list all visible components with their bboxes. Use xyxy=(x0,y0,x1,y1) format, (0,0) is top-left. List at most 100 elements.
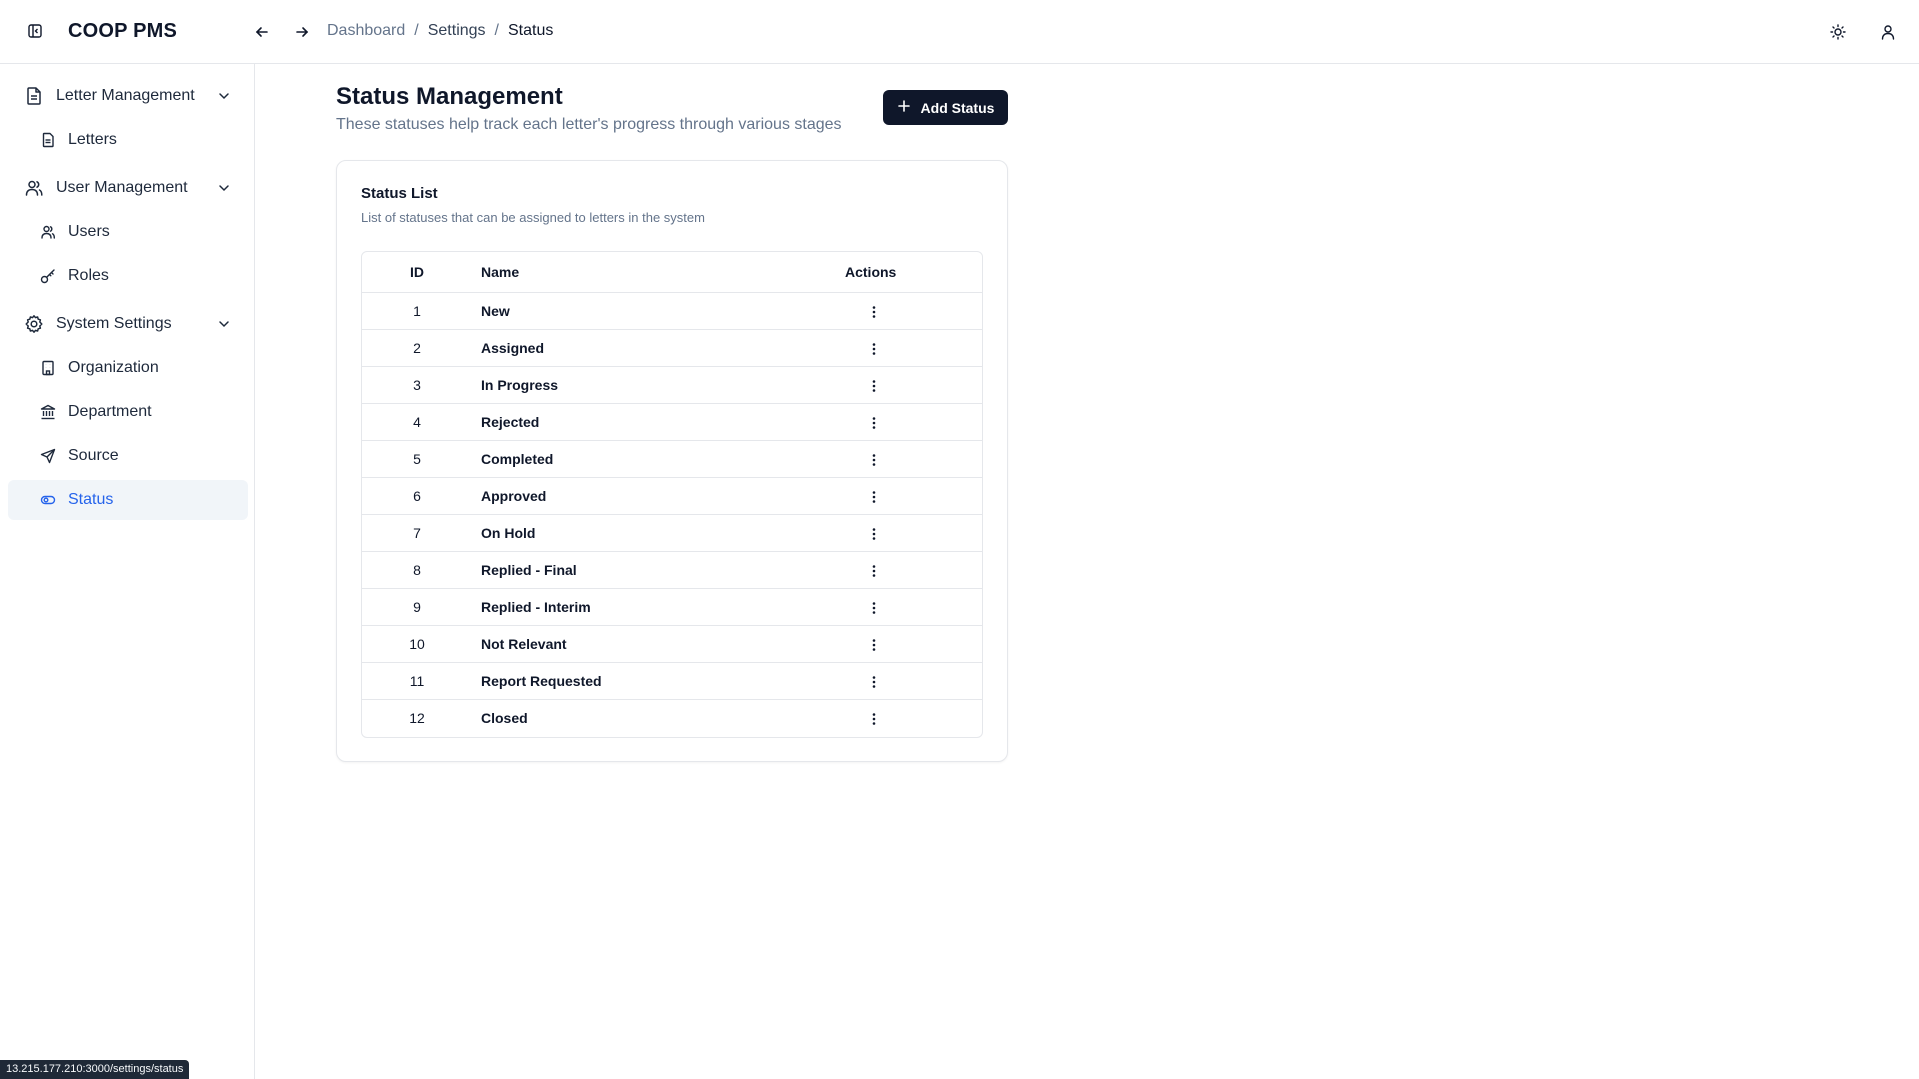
breadcrumb-current: Status xyxy=(508,22,554,39)
sidebar-item-organization[interactable]: Organization xyxy=(8,348,248,388)
gear-icon xyxy=(24,314,44,334)
table-row[interactable]: 9 Replied - Interim xyxy=(362,589,982,626)
sidebar-group-label: User Management xyxy=(56,179,188,196)
column-header-name: Name xyxy=(481,264,520,280)
building-icon xyxy=(40,360,56,376)
cell-name: In Progress xyxy=(481,377,559,393)
more-vertical-icon[interactable] xyxy=(862,485,886,509)
send-icon xyxy=(40,448,56,464)
chevron-down-icon xyxy=(216,316,232,332)
cell-name: Approved xyxy=(481,488,547,504)
sidebar-item-label: Letters xyxy=(68,131,117,148)
table-row[interactable]: 11 Report Requested xyxy=(362,663,982,700)
landmark-icon xyxy=(40,404,56,420)
breadcrumb: Dashboard / Settings / Status xyxy=(327,22,553,40)
more-vertical-icon[interactable] xyxy=(862,411,886,435)
sidebar-item-label: Department xyxy=(68,403,152,420)
sidebar-item-label: Users xyxy=(68,223,110,240)
more-vertical-icon[interactable] xyxy=(862,374,886,398)
cell-id: 5 xyxy=(413,451,421,467)
cell-id: 8 xyxy=(413,562,421,578)
more-vertical-icon[interactable] xyxy=(862,707,886,731)
cell-id: 6 xyxy=(413,488,421,504)
page-subtitle: These statuses help track each letter's … xyxy=(336,116,842,133)
table-row[interactable]: 6 Approved xyxy=(362,478,982,515)
cell-name: Completed xyxy=(481,451,554,467)
sun-icon[interactable] xyxy=(1826,20,1850,44)
chevron-down-icon xyxy=(216,180,232,196)
table-row[interactable]: 3 In Progress xyxy=(362,367,982,404)
sidebar-item-label: Source xyxy=(68,447,119,464)
app-brand[interactable]: COOP PMS xyxy=(68,20,177,43)
table-row[interactable]: 8 Replied - Final xyxy=(362,552,982,589)
more-vertical-icon[interactable] xyxy=(862,522,886,546)
user-icon[interactable] xyxy=(1876,20,1900,44)
more-vertical-icon[interactable] xyxy=(862,596,886,620)
sidebar-item-department[interactable]: Department xyxy=(8,392,248,432)
sidebar-group-user-management[interactable]: User Management xyxy=(8,168,248,208)
more-vertical-icon[interactable] xyxy=(862,633,886,657)
cell-name: Not Relevant xyxy=(481,636,567,652)
sidebar-item-source[interactable]: Source xyxy=(8,436,248,476)
more-vertical-icon[interactable] xyxy=(862,300,886,324)
more-vertical-icon[interactable] xyxy=(862,448,886,472)
cell-name: On Hold xyxy=(481,525,536,541)
sidebar-toggle-icon[interactable] xyxy=(24,20,46,42)
table-row[interactable]: 10 Not Relevant xyxy=(362,626,982,663)
sidebar-group-system-settings[interactable]: System Settings xyxy=(8,304,248,344)
sidebar-group-label: Letter Management xyxy=(56,87,195,104)
breadcrumb-dashboard[interactable]: Dashboard xyxy=(327,22,405,40)
table-row[interactable]: 5 Completed xyxy=(362,441,982,478)
table-row[interactable]: 1 New xyxy=(362,293,982,330)
cell-id: 2 xyxy=(413,340,421,356)
sidebar-group-label: System Settings xyxy=(56,315,172,332)
cell-id: 3 xyxy=(413,377,421,393)
breadcrumb-separator: / xyxy=(414,22,419,39)
sidebar-item-label: Status xyxy=(68,491,114,508)
more-vertical-icon[interactable] xyxy=(862,559,886,583)
toggle-icon xyxy=(40,492,56,508)
more-vertical-icon[interactable] xyxy=(862,337,886,361)
add-status-button[interactable]: Add Status xyxy=(883,90,1008,125)
users-icon xyxy=(40,224,56,240)
cell-name: Report Requested xyxy=(481,673,602,689)
users-icon xyxy=(24,178,44,198)
table-row[interactable]: 7 On Hold xyxy=(362,515,982,552)
column-header-id: ID xyxy=(410,264,424,280)
breadcrumb-settings[interactable]: Settings xyxy=(428,22,486,40)
add-status-label: Add Status xyxy=(920,99,995,116)
card-title: Status List xyxy=(361,185,438,202)
cell-name: Closed xyxy=(481,710,528,726)
top-header: COOP PMS Dashboard / Settings / Status xyxy=(0,0,1919,64)
more-vertical-icon[interactable] xyxy=(862,670,886,694)
forward-arrow-icon[interactable] xyxy=(290,20,314,44)
table-row[interactable]: 2 Assigned xyxy=(362,330,982,367)
back-arrow-icon[interactable] xyxy=(250,20,274,44)
status-table: ID Name Actions 1 New 2 Assigned 3 In Progres… xyxy=(361,251,983,738)
cell-id: 9 xyxy=(413,599,421,615)
sidebar: Letter Management Letters User Managemen… xyxy=(0,64,255,1079)
key-icon xyxy=(40,268,56,284)
table-header: ID Name Actions xyxy=(362,252,982,293)
cell-name: Replied - Final xyxy=(481,562,577,578)
file-icon xyxy=(40,132,56,148)
page-title: Status Management xyxy=(336,83,563,110)
sidebar-item-letters[interactable]: Letters xyxy=(8,120,248,160)
cell-name: Assigned xyxy=(481,340,545,356)
cell-name: Rejected xyxy=(481,414,540,430)
chevron-down-icon xyxy=(216,88,232,104)
sidebar-item-roles[interactable]: Roles xyxy=(8,256,248,296)
table-row[interactable]: 4 Rejected xyxy=(362,404,982,441)
status-list-card: Status List List of statuses that can be… xyxy=(336,160,1008,762)
cell-id: 4 xyxy=(413,414,421,430)
table-row[interactable]: 12 Closed xyxy=(362,700,982,737)
sidebar-item-status[interactable]: Status xyxy=(8,480,248,520)
status-bar-url: 13.215.177.210:3000/settings/status xyxy=(0,1060,190,1079)
cell-id: 1 xyxy=(413,303,421,319)
sidebar-group-letter-management[interactable]: Letter Management xyxy=(8,76,248,116)
breadcrumb-separator: / xyxy=(494,22,499,39)
sidebar-item-users[interactable]: Users xyxy=(8,212,248,252)
cell-id: 7 xyxy=(413,525,421,541)
file-text-icon xyxy=(24,86,44,106)
card-description: List of statuses that can be assigned to… xyxy=(361,210,705,225)
